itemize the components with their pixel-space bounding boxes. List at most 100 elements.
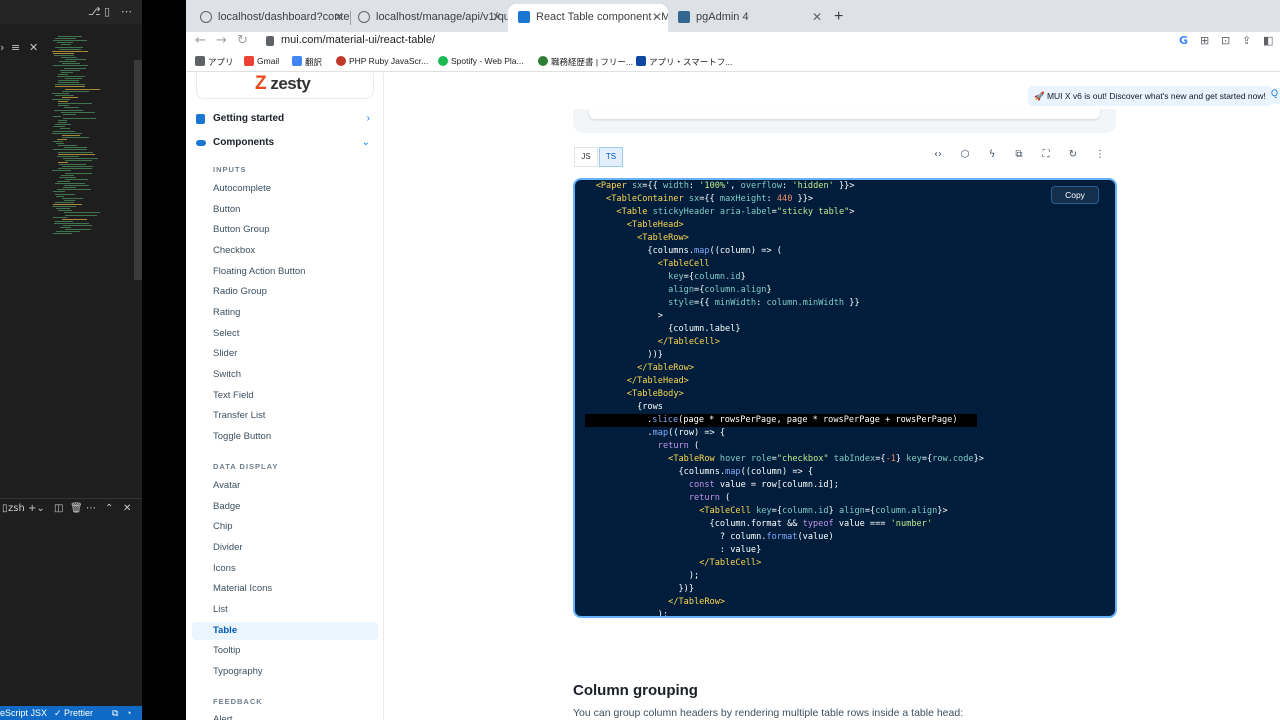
share-icon[interactable]: ⇪ (1242, 34, 1251, 47)
sidebar-item-autocomplete[interactable]: Autocomplete (192, 180, 378, 198)
sidebar-item-select[interactable]: Select (192, 325, 378, 343)
minimap-line (55, 183, 85, 184)
tab-pgadmin[interactable]: pgAdmin 4 ✕ (668, 4, 828, 32)
sidebar-item-tooltip[interactable]: Tooltip (192, 642, 378, 660)
more-icon[interactable]: ⋯ (121, 6, 132, 17)
chevron-up-icon[interactable]: ⌃ (105, 503, 113, 514)
code-line: return ( (688, 493, 731, 503)
minimap-line (57, 189, 91, 191)
sidebar-item-getting-started[interactable]: Getting started › (196, 109, 376, 129)
google-icon[interactable]: G (1179, 34, 1188, 47)
minimap-line (61, 111, 95, 113)
focus-icon[interactable]: ⛶ (1038, 149, 1054, 165)
sponsor-banner[interactable]: Z zesty (196, 73, 374, 99)
bookmark-resume[interactable]: 職務経歴書 | フリー... (538, 56, 633, 68)
minimap-line (53, 191, 65, 193)
sidebar-item-slider[interactable]: Slider (192, 345, 378, 363)
stackblitz-icon[interactable]: ϟ (984, 149, 1000, 165)
minimap-line (58, 105, 69, 107)
sidebar-item-table[interactable]: Table (192, 622, 378, 640)
sidebar-item-transfer-list[interactable]: Transfer List (192, 407, 378, 425)
code-block[interactable]: Copy <Paper sx={{ width: '100%', overflo… (573, 178, 1117, 618)
announcement-banner[interactable]: 🚀 MUI X v6 is out! Discover what's new a… (1028, 86, 1272, 106)
bookmark-spotify[interactable]: Spotify - Web Pla... (438, 56, 524, 66)
sidebar-item-radio-group[interactable]: Radio Group (192, 283, 378, 301)
minimap-line (55, 38, 76, 40)
back-icon[interactable]: ← (195, 33, 206, 48)
sidebar-item-chip[interactable]: Chip (192, 518, 378, 536)
bookmark-apps[interactable]: アプリ (195, 56, 234, 68)
minimap-line (59, 164, 86, 166)
sidebar-item-list[interactable]: List (192, 601, 378, 619)
prettier-status[interactable]: ✓ Prettier (54, 708, 93, 719)
sidebar-item-material-icons[interactable]: Material Icons (192, 580, 378, 598)
sidebar-item-checkbox[interactable]: Checkbox (192, 242, 378, 260)
ts-toggle[interactable]: TS (599, 147, 623, 167)
new-terminal-icon[interactable]: +⌄ (28, 503, 45, 514)
sidebar-item-alert[interactable]: Alert (192, 711, 378, 720)
reload-icon[interactable]: ↻ (237, 33, 248, 48)
copy-icon[interactable]: ⧉ (1011, 149, 1027, 165)
address-bar[interactable]: mui.com/material-ui/react-table/ (281, 34, 435, 46)
sidebar-item-switch[interactable]: Switch (192, 366, 378, 384)
globe-icon (358, 11, 370, 23)
minimap-line (53, 115, 61, 117)
bookmark-gmail[interactable]: Gmail (244, 56, 279, 66)
minimap[interactable] (52, 36, 138, 236)
split-icon[interactable]: › (0, 41, 4, 54)
code-line: > (575, 311, 663, 321)
extensions-icon[interactable]: ◧ (1263, 34, 1273, 47)
sidebar-item-divider[interactable]: Divider (192, 539, 378, 557)
sidebar-item-button[interactable]: Button (192, 201, 378, 219)
minimap-line (53, 141, 63, 142)
sidebar-item-fab[interactable]: Floating Action Button (192, 263, 378, 281)
notification-icon[interactable]: ◔ (126, 708, 131, 718)
split-editor-icon[interactable]: ▯ (104, 6, 115, 17)
editor-scrollbar[interactable] (134, 60, 142, 280)
tab-react-table[interactable]: React Table component - Mate ✕ (508, 4, 668, 32)
close-tab-icon[interactable]: ✕ (652, 4, 662, 30)
more-icon[interactable]: ⋯ (86, 503, 96, 514)
new-tab-button[interactable]: + (834, 8, 843, 26)
lock-icon[interactable] (266, 36, 274, 46)
code-icon[interactable]: ‹› (930, 149, 946, 165)
mui-docs-page: Z zesty Getting started › Components ⌄ I… (186, 73, 1280, 720)
sidebar-item-button-group[interactable]: Button Group (192, 221, 378, 239)
tab-dashboard[interactable]: localhost/dashboard?contents ✕ (190, 4, 350, 32)
codesandbox-icon[interactable]: ⬡ (957, 149, 973, 165)
sidebar-item-typography[interactable]: Typography (192, 663, 378, 681)
sidebar-item-rating[interactable]: Rating (192, 304, 378, 322)
terminal-label[interactable]: zsh (8, 503, 25, 514)
close-tab-icon[interactable]: ✕ (492, 4, 502, 30)
sidebar-item-toggle-button[interactable]: Toggle Button (192, 428, 378, 446)
bookmark-translate[interactable]: 翻訳 (292, 56, 322, 68)
sidebar-item-text-field[interactable]: Text Field (192, 387, 378, 405)
bookmark-php[interactable]: PHP Ruby JavaScr... (336, 56, 428, 66)
close-icon[interactable]: ✕ (123, 503, 131, 514)
js-toggle[interactable]: JS (574, 147, 598, 167)
more-vert-icon[interactable]: ⋮ (1092, 149, 1108, 165)
forward-icon[interactable]: → (216, 33, 227, 48)
split-terminal-icon[interactable]: ◫ (54, 503, 63, 514)
bell-icon[interactable]: ⧉ (112, 708, 118, 719)
language-mode[interactable]: eScript JSX (0, 708, 47, 718)
branch-icon[interactable]: ⎇ (88, 6, 101, 17)
list-icon[interactable]: ≡ (11, 41, 20, 54)
bookmark-app-smart[interactable]: アプリ・スマートフ... (636, 56, 732, 68)
sidebar-item-icons[interactable]: Icons (192, 560, 378, 578)
sidebar-item-avatar[interactable]: Avatar (192, 477, 378, 495)
close-icon[interactable]: ✕ (29, 41, 38, 54)
translate-icon[interactable]: ⊡ (1221, 34, 1230, 47)
close-tab-icon[interactable]: ✕ (812, 4, 822, 30)
tab-api[interactable]: localhost/manage/api/v1/quest ✕ (348, 4, 508, 32)
sidebar-item-components[interactable]: Components ⌄ (196, 133, 376, 153)
sidebar-item-badge[interactable]: Badge (192, 498, 378, 516)
minimap-line (58, 120, 67, 121)
book-icon (196, 114, 205, 124)
reset-icon[interactable]: ↻ (1065, 149, 1081, 165)
close-tab-icon[interactable]: ✕ (334, 4, 344, 30)
search-icon[interactable]: Q (1269, 88, 1280, 104)
trash-icon[interactable]: 🗑 (70, 503, 83, 514)
minimap-line (57, 75, 85, 77)
install-icon[interactable]: ⊞ (1200, 34, 1209, 47)
